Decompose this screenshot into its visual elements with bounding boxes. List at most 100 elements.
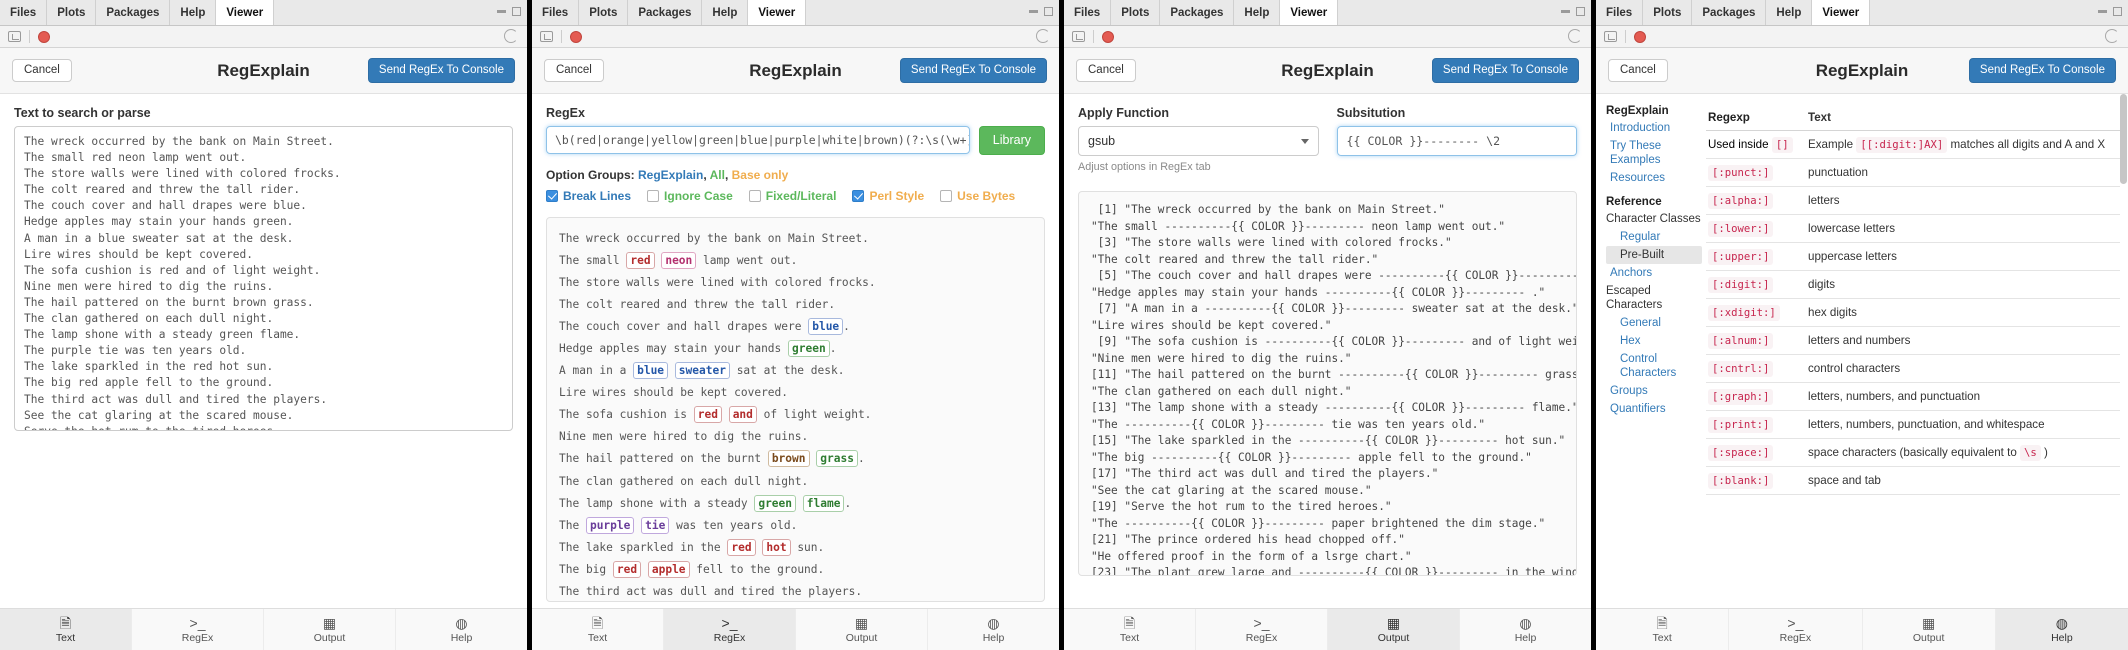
library-button[interactable]: Library (978, 126, 1045, 155)
rstudio-tab-files[interactable]: Files (0, 0, 48, 25)
popout-icon[interactable] (540, 31, 553, 42)
stop-icon[interactable] (1102, 30, 1114, 43)
send-regex-to-console-button[interactable]: Send RegEx To Console (1431, 57, 1579, 84)
rstudio-tab-plots[interactable]: Plots (1643, 0, 1693, 25)
send-regex-to-console-button[interactable]: Send RegEx To Console (367, 57, 515, 84)
option-group-base-only[interactable]: Base only (732, 168, 789, 182)
tab-help[interactable]: ◍ Help (1995, 609, 2128, 650)
stop-icon[interactable] (38, 30, 50, 43)
refresh-icon[interactable] (1568, 29, 1582, 43)
help-nav-item-anchors[interactable]: Anchors (1606, 264, 1702, 282)
tab-regex[interactable]: >_ RegEx (664, 609, 796, 650)
tab-help[interactable]: ◍ Help (396, 609, 527, 650)
rstudio-tab-files[interactable]: Files (1596, 0, 1644, 25)
tab-text[interactable]: 🗎 Text (1064, 609, 1196, 650)
option-group-all[interactable]: All (710, 168, 725, 182)
refresh-icon[interactable] (504, 29, 518, 43)
minimize-icon[interactable] (497, 10, 506, 13)
tab-regex[interactable]: >_ RegEx (1196, 609, 1328, 650)
substitution-input[interactable]: {{ COLOR }}-------- \2 (1336, 126, 1577, 156)
rstudio-tab-packages[interactable]: Packages (96, 0, 171, 25)
tab-output[interactable]: ▦ Output (1863, 609, 1996, 650)
cancel-button[interactable]: Cancel (1076, 58, 1136, 83)
tab-regex[interactable]: >_ RegEx (132, 609, 264, 650)
rstudio-tab-packages[interactable]: Packages (628, 0, 703, 25)
help-nav-item-resources[interactable]: Resources (1606, 169, 1702, 187)
checkbox-icon[interactable] (546, 189, 558, 202)
cancel-button[interactable]: Cancel (1608, 58, 1668, 83)
checkbox-icon[interactable] (852, 189, 865, 202)
help-nav-item-pre-built[interactable]: Pre-Built (1606, 246, 1702, 264)
rstudio-tab-plots[interactable]: Plots (1111, 0, 1161, 25)
preview-text: fell to the ground. (689, 562, 825, 576)
checkbox-icon[interactable] (940, 189, 953, 202)
maximize-icon[interactable] (1576, 7, 1585, 16)
checkbox-fixed-literal[interactable]: Fixed/Literal (748, 189, 836, 203)
refresh-icon[interactable] (1036, 29, 1050, 43)
rstudio-tab-packages[interactable]: Packages (1160, 0, 1235, 25)
apply-function-select[interactable]: gsub (1078, 126, 1319, 156)
help-nav-item-quantifiers[interactable]: Quantifiers (1606, 400, 1702, 418)
help-nav-item-control-characters[interactable]: Control Characters (1606, 350, 1702, 382)
rstudio-tab-viewer[interactable]: Viewer (216, 0, 275, 25)
tab-output[interactable]: ▦ Output (1328, 609, 1460, 650)
rstudio-tab-files[interactable]: Files (1064, 0, 1112, 25)
checkbox-ignore-case[interactable]: Ignore Case (647, 189, 733, 203)
checkbox-perl-style[interactable]: Perl Style (852, 189, 924, 203)
regex-input[interactable]: \b(red|orange|yellow|green|blue|purple|w… (546, 126, 970, 155)
checkbox-icon[interactable] (748, 189, 761, 202)
minimize-icon[interactable] (2098, 10, 2107, 13)
help-nav-item-regular[interactable]: Regular (1606, 228, 1702, 246)
text-desc: letters (1808, 194, 1840, 207)
help-nav-item-general[interactable]: General (1606, 314, 1702, 332)
scrollbar-thumb[interactable] (2120, 94, 2127, 184)
rstudio-tab-packages[interactable]: Packages (1692, 0, 1767, 25)
popout-icon[interactable] (8, 31, 21, 42)
tab-text[interactable]: 🗎 Text (1596, 609, 1730, 650)
tab-output[interactable]: ▦ Output (264, 609, 396, 650)
popout-icon[interactable] (1604, 31, 1617, 42)
minimize-icon[interactable] (1029, 10, 1038, 13)
maximize-icon[interactable] (2113, 7, 2122, 16)
maximize-icon[interactable] (1044, 7, 1053, 16)
rstudio-tab-viewer[interactable]: Viewer (748, 0, 807, 25)
minimize-icon[interactable] (1561, 10, 1570, 13)
rstudio-tab-viewer[interactable]: Viewer (1280, 0, 1339, 25)
rstudio-tab-help[interactable]: Help (170, 0, 217, 25)
checkbox-icon[interactable] (647, 189, 660, 202)
tab-output[interactable]: ▦ Output (796, 609, 928, 650)
tab-help[interactable]: ◍ Help (928, 609, 1059, 650)
rstudio-tab-files[interactable]: Files (532, 0, 580, 25)
checkbox-break-lines[interactable]: Break Lines (546, 189, 631, 203)
refresh-icon[interactable] (2105, 29, 2119, 43)
rstudio-tab-help[interactable]: Help (1766, 0, 1813, 25)
help-text-cell: space characters (basically equivalent t… (1808, 445, 2118, 461)
stop-icon[interactable] (570, 30, 582, 43)
tab-text[interactable]: 🗎 Text (532, 609, 664, 650)
cancel-button[interactable]: Cancel (12, 58, 72, 83)
tab-help[interactable]: ◍ Help (1460, 609, 1591, 650)
rstudio-tab-viewer[interactable]: Viewer (1812, 0, 1871, 25)
rstudio-tab-help[interactable]: Help (702, 0, 749, 25)
search-text-textarea[interactable]: The wreck occurred by the bank on Main S… (14, 126, 513, 431)
help-nav-item-groups[interactable]: Groups (1606, 382, 1702, 400)
send-regex-to-console-button[interactable]: Send RegEx To Console (899, 57, 1047, 84)
table-row: [:punct:] punctuation (1706, 159, 2120, 187)
cancel-button[interactable]: Cancel (544, 58, 604, 83)
maximize-icon[interactable] (512, 7, 521, 16)
help-nav-item-try-these-examples[interactable]: Try These Examples (1606, 137, 1702, 169)
send-regex-to-console-button[interactable]: Send RegEx To Console (1968, 57, 2116, 84)
stop-icon[interactable] (1634, 30, 1646, 43)
rstudio-tab-plots[interactable]: Plots (47, 0, 97, 25)
regexp-code: [:cntrl:] (1708, 361, 1774, 377)
option-group-regexplain[interactable]: RegExplain (638, 168, 703, 182)
preview-text: Nine men were hired to dig the ruins. (559, 430, 809, 444)
help-nav-item-introduction[interactable]: Introduction (1606, 119, 1702, 137)
help-nav-item-hex[interactable]: Hex (1606, 332, 1702, 350)
tab-regex[interactable]: >_ RegEx (1729, 609, 1863, 650)
tab-text[interactable]: 🗎 Text (0, 609, 132, 650)
checkbox-use-bytes[interactable]: Use Bytes (940, 189, 1015, 203)
rstudio-tab-help[interactable]: Help (1234, 0, 1281, 25)
rstudio-tab-plots[interactable]: Plots (579, 0, 629, 25)
popout-icon[interactable] (1072, 31, 1085, 42)
